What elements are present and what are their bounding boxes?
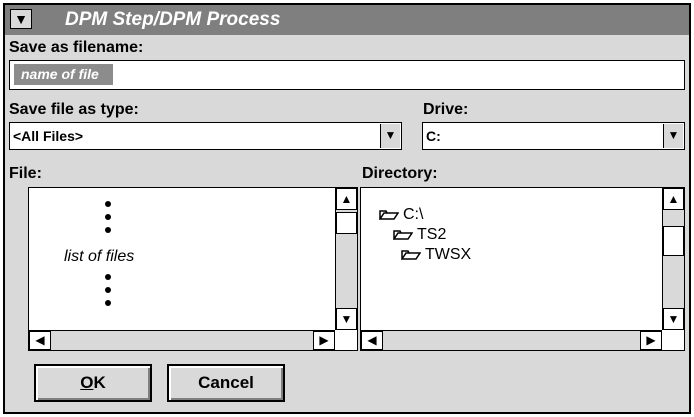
ellipsis-top — [105, 201, 111, 240]
filename-placeholder: name of file — [14, 64, 113, 85]
chevron-up-icon: ▲ — [667, 192, 680, 206]
window-title: DPM Step/DPM Process — [65, 9, 281, 30]
drive-dropdown-button[interactable]: ▼ — [663, 124, 683, 148]
scroll-thumb[interactable] — [336, 212, 357, 234]
file-label: File: — [9, 165, 42, 182]
scroll-right-button[interactable]: ▶ — [313, 331, 335, 350]
file-type-dropdown-button[interactable]: ▼ — [380, 124, 400, 148]
chevron-down-icon: ▼ — [667, 128, 680, 142]
dir-item-label: TS2 — [417, 226, 447, 243]
scroll-up-button[interactable]: ▲ — [663, 188, 684, 210]
system-menu-button[interactable]: ▼ — [10, 9, 32, 29]
chevron-down-icon: ▼ — [667, 312, 680, 326]
ok-mnemonic: O — [80, 373, 94, 392]
chevron-right-icon: ▶ — [319, 333, 329, 347]
scroll-left-button[interactable]: ◀ — [361, 331, 383, 350]
file-list-note: list of files — [64, 248, 135, 265]
dir-item-root[interactable]: C:\ — [379, 206, 423, 224]
directory-label: Directory: — [362, 165, 438, 182]
open-folder-icon — [379, 210, 399, 220]
scroll-down-button[interactable]: ▼ — [663, 308, 684, 330]
file-horizontal-scrollbar[interactable]: ◀ ▶ — [29, 330, 335, 350]
chevron-down-icon: ▼ — [384, 128, 397, 142]
scroll-down-button[interactable]: ▼ — [336, 308, 357, 330]
dir-item-twsx[interactable]: TWSX — [401, 246, 471, 264]
dir-item-label: TWSX — [425, 246, 472, 263]
title-bar: ▼ DPM Step/DPM Process — [5, 5, 689, 35]
file-type-value: <All Files> — [13, 128, 84, 144]
scroll-thumb[interactable] — [663, 226, 684, 256]
dir-item-ts2[interactable]: TS2 — [393, 226, 446, 244]
chevron-up-icon: ▲ — [340, 192, 353, 206]
file-vertical-scrollbar[interactable]: ▲ ▼ — [335, 188, 357, 330]
directory-vertical-scrollbar[interactable]: ▲ ▼ — [662, 188, 684, 330]
chevron-left-icon: ◀ — [367, 333, 377, 347]
save-file-type-label: Save file as type: — [9, 101, 139, 118]
drive-value: C: — [426, 128, 441, 144]
chevron-left-icon: ◀ — [35, 333, 45, 347]
scroll-up-button[interactable]: ▲ — [336, 188, 357, 210]
save-as-filename-label: Save as filename: — [9, 39, 144, 56]
filename-input[interactable]: name of file — [9, 60, 685, 90]
save-as-dialog: ▼ DPM Step/DPM Process Save as filename:… — [3, 3, 691, 414]
file-type-combobox[interactable]: <All Files> ▼ — [9, 122, 402, 150]
cancel-button[interactable]: Cancel — [167, 364, 285, 402]
down-arrow-icon: ▼ — [14, 11, 28, 27]
file-listbox[interactable]: list of files ▲ ▼ ◀ ▶ — [28, 187, 358, 351]
scroll-left-button[interactable]: ◀ — [29, 331, 51, 350]
ok-button[interactable]: OK — [34, 364, 152, 402]
open-folder-icon — [401, 250, 421, 260]
open-folder-icon — [393, 230, 413, 240]
chevron-down-icon: ▼ — [340, 312, 353, 326]
drive-combobox[interactable]: C: ▼ — [422, 122, 685, 150]
chevron-right-icon: ▶ — [646, 333, 656, 347]
scroll-right-button[interactable]: ▶ — [640, 331, 662, 350]
ok-label-rest: K — [93, 373, 106, 392]
ellipsis-bottom — [105, 274, 111, 313]
drive-label: Drive: — [423, 101, 469, 118]
directory-horizontal-scrollbar[interactable]: ◀ ▶ — [361, 330, 662, 350]
directory-listbox[interactable]: C:\ TS2 TWSX ▲ ▼ ◀ ▶ — [360, 187, 685, 351]
dir-item-label: C:\ — [403, 206, 424, 223]
